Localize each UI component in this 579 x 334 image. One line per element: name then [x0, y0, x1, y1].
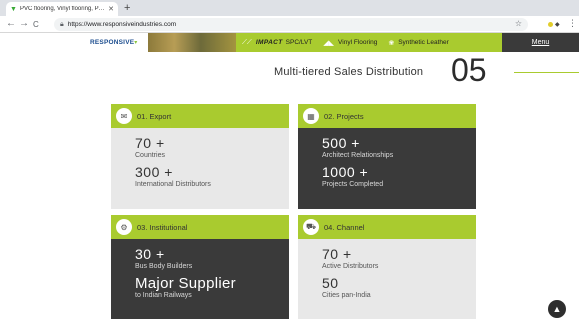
- back-button[interactable]: ←: [6, 18, 16, 30]
- brand-item-impact[interactable]: ⟋⟋ IMPACT SPC/LVT: [242, 39, 312, 47]
- card-body: 70 + Active Distributors 50 Cities pan-I…: [298, 239, 476, 319]
- stat-value: 300 +: [135, 164, 173, 180]
- card-institutional: ⚙ 03. Institutional 30 + Bus Body Builde…: [111, 215, 289, 319]
- logo-area: RESPONSIVE▾: [8, 33, 148, 52]
- vinyl-icon: ◢◣: [323, 39, 335, 47]
- stat: 70 + Countries: [135, 136, 289, 160]
- stat: 1000 + Projects Completed: [322, 165, 476, 189]
- brand-item-vinyl[interactable]: ◢◣ Vinyl Flooring: [323, 39, 377, 47]
- stat: 50 Cities pan-India: [322, 276, 476, 300]
- card-title: 04. Channel: [324, 222, 365, 232]
- card-body: 70 + Countries 300 + International Distr…: [111, 128, 289, 209]
- browser-tab[interactable]: ▼ PVC flooring, Vinyl flooring, P… ✕: [6, 2, 118, 16]
- projects-icon: ▦: [303, 108, 319, 124]
- section-title: Multi-tiered Sales Distribution: [274, 66, 424, 78]
- reload-button[interactable]: C: [33, 19, 39, 31]
- stat-value: 50: [322, 275, 339, 291]
- logo-leaf-icon: ▾: [134, 40, 138, 46]
- forward-button[interactable]: →: [19, 18, 29, 30]
- impact-logo-icon: ⟋⟋: [242, 38, 252, 46]
- new-tab-button[interactable]: +: [124, 2, 130, 14]
- card-body: 30 + Bus Body Builders Major Supplier to…: [111, 239, 289, 319]
- bookmark-star-icon[interactable]: ☆: [515, 19, 522, 28]
- synthetic-icon: ❀: [388, 39, 395, 47]
- brand-bold-label: IMPACT: [255, 39, 283, 46]
- tab-close-icon[interactable]: ✕: [108, 5, 114, 13]
- card-title: 01. Export: [137, 111, 172, 121]
- stat-label: International Distributors: [135, 181, 211, 188]
- stat: 300 + International Distributors: [135, 165, 289, 189]
- stat-label: Projects Completed: [322, 181, 384, 188]
- browser-toolbar: ← → C 🔒︎ https://www.responsiveindustrie…: [0, 16, 579, 33]
- stat-value: 1000 +: [322, 164, 369, 180]
- stat-label: Active Distributors: [322, 263, 379, 270]
- url-text: https://www.responsiveindustries.com: [67, 21, 177, 28]
- section-number: 05: [451, 52, 487, 88]
- stat-label: Architect Relationships: [322, 152, 394, 159]
- menu-label: Menu: [531, 39, 550, 46]
- menu-button[interactable]: Menu: [502, 33, 579, 52]
- card-body: 500 + Architect Relationships 1000 + Pro…: [298, 128, 476, 209]
- responsive-logo[interactable]: RESPONSIVE▾: [90, 39, 137, 46]
- channel-icon: ⛟: [303, 219, 319, 235]
- browser-menu-icon[interactable]: ⋮: [568, 18, 577, 29]
- stat-value: 500 +: [322, 135, 360, 151]
- brand-label: Vinyl Flooring: [338, 39, 378, 46]
- site-header: RESPONSIVE▾ ⟋⟋ IMPACT SPC/LVT ◢◣ Vinyl F…: [8, 33, 579, 52]
- brand-item-synthetic[interactable]: ❀ Synthetic Leather: [388, 39, 448, 47]
- card-header: ⚙ 03. Institutional: [111, 215, 289, 239]
- stat-value: 70 +: [322, 246, 352, 262]
- stat-value: 70 +: [135, 135, 165, 151]
- section-divider: [514, 72, 579, 73]
- scroll-to-top-button[interactable]: ▲: [548, 300, 566, 318]
- institutional-icon: ⚙: [116, 219, 132, 235]
- stat-value: Major Supplier: [135, 275, 236, 292]
- lock-icon: 🔒︎: [60, 20, 64, 28]
- extension-puzzle-icon[interactable]: ◆: [555, 21, 560, 28]
- card-export: ✉ 01. Export 70 + Countries 300 + Intern…: [111, 104, 289, 209]
- card-projects: ▦ 02. Projects 500 + Architect Relations…: [298, 104, 476, 209]
- stat: 500 + Architect Relationships: [322, 136, 476, 160]
- export-icon: ✉: [116, 108, 132, 124]
- card-header: ⛟ 04. Channel: [298, 215, 476, 239]
- extension-icon[interactable]: [548, 22, 553, 27]
- stat-label: Bus Body Builders: [135, 263, 193, 270]
- stat-value: 30 +: [135, 246, 165, 262]
- card-header: ✉ 01. Export: [111, 104, 289, 128]
- stat-label: Cities pan-India: [322, 292, 371, 299]
- browser-tab-bar: ▼ PVC flooring, Vinyl flooring, P… ✕ +: [0, 0, 579, 16]
- stat-label: to Indian Railways: [135, 292, 192, 299]
- address-bar[interactable]: 🔒︎ https://www.responsiveindustries.com …: [54, 18, 528, 31]
- hero-image-strip: [148, 33, 236, 52]
- chevron-up-icon: ▲: [552, 304, 562, 314]
- stat: 70 + Active Distributors: [322, 247, 476, 271]
- card-title: 03. Institutional: [137, 222, 188, 232]
- tab-title: PVC flooring, Vinyl flooring, P…: [20, 6, 105, 12]
- stat: 30 + Bus Body Builders: [135, 247, 289, 271]
- card-channel: ⛟ 04. Channel 70 + Active Distributors 5…: [298, 215, 476, 319]
- site-favicon-icon: ▼: [10, 5, 17, 13]
- card-header: ▦ 02. Projects: [298, 104, 476, 128]
- brand-label: Synthetic Leather: [398, 39, 449, 46]
- brand-label: SPC/LVT: [285, 39, 313, 46]
- stat: Major Supplier to Indian Railways: [135, 276, 289, 300]
- stat-label: Countries: [135, 152, 165, 159]
- card-title: 02. Projects: [324, 111, 364, 121]
